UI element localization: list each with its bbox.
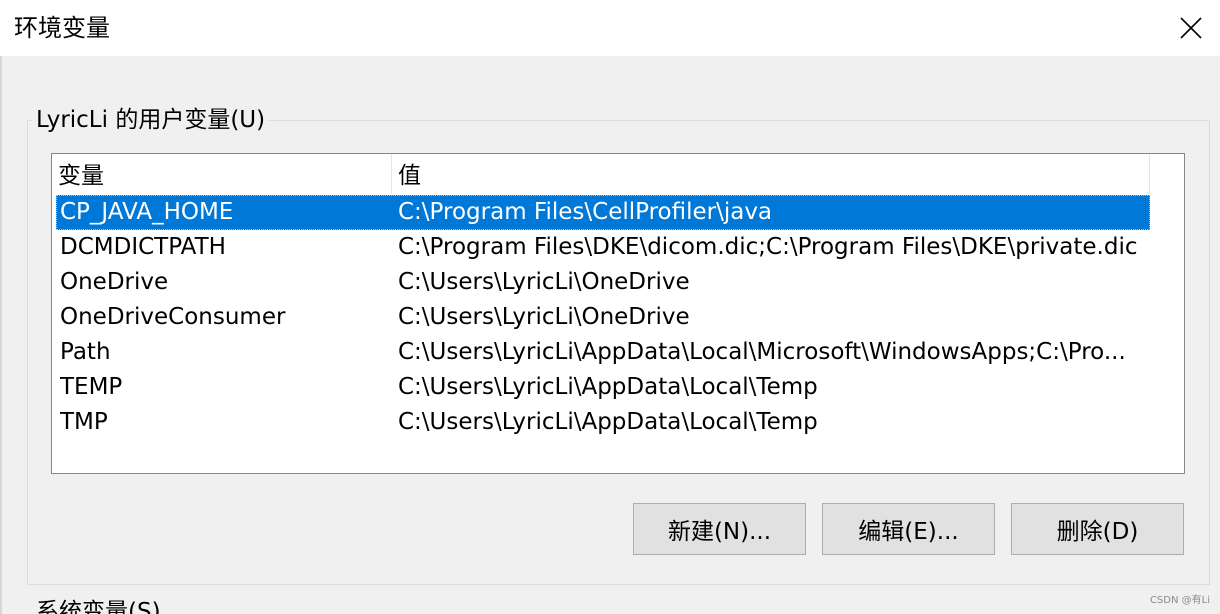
variable-value-cell: C:\Program Files\CellProfiler\java (398, 199, 773, 225)
new-button[interactable]: 新建(N)... (633, 503, 806, 555)
close-button[interactable] (1162, 0, 1220, 56)
variable-name-cell: TEMP (60, 374, 123, 400)
title-bar: 环境变量 (0, 0, 1220, 56)
environment-variables-dialog: 环境变量 LyricLi 的用户变量(U) 变量 值 CP_JAVA_HOME C… (0, 0, 1220, 614)
system-variables-group-title: 系统变量(S) (36, 599, 161, 614)
variable-value-cell: C:\Users\LyricLi\OneDrive (398, 269, 690, 295)
variable-name-cell: TMP (60, 409, 108, 435)
variable-name-cell: OneDriveConsumer (60, 304, 286, 330)
delete-button[interactable]: 删除(D) (1011, 503, 1184, 555)
edit-button[interactable]: 编辑(E)... (822, 503, 995, 555)
column-header-value[interactable]: 值 (398, 154, 1148, 194)
table-row[interactable]: CP_JAVA_HOME C:\Program Files\CellProfile… (56, 195, 1150, 230)
variable-name-cell: DCMDICTPATH (60, 234, 226, 260)
table-row[interactable]: TEMP C:\Users\LyricLi\AppData\Local\Temp (56, 370, 1150, 405)
variable-value-cell: C:\Users\LyricLi\OneDrive (398, 304, 690, 330)
column-divider[interactable] (391, 154, 392, 194)
variable-name-cell: CP_JAVA_HOME (60, 199, 234, 225)
list-rows: CP_JAVA_HOME C:\Program Files\CellProfile… (56, 195, 1150, 440)
variable-value-cell: C:\Program Files\DKE\dicom.dic;C:\Progra… (398, 234, 1138, 260)
table-row[interactable]: Path C:\Users\LyricLi\AppData\Local\Micro… (56, 335, 1150, 370)
user-variables-list[interactable]: 变量 值 CP_JAVA_HOME C:\Program Files\CellPr… (51, 153, 1185, 474)
column-divider[interactable] (1149, 154, 1150, 194)
variable-name-cell: Path (60, 339, 111, 365)
variable-value-cell: C:\Users\LyricLi\AppData\Local\Temp (398, 409, 818, 435)
variable-name-cell: OneDrive (60, 269, 169, 295)
table-row[interactable]: TMP C:\Users\LyricLi\AppData\Local\Temp (56, 405, 1150, 440)
watermark: CSDN @有Li (1149, 595, 1210, 606)
user-variables-group-title: LyricLi 的用户变量(U) (32, 104, 270, 136)
variable-value-cell: C:\Users\LyricLi\AppData\Local\Microsoft… (398, 339, 1126, 365)
table-row[interactable]: OneDriveConsumer C:\Users\LyricLi\OneDriv… (56, 300, 1150, 335)
window-edge (0, 56, 2, 614)
close-icon (1180, 17, 1202, 39)
variable-value-cell: C:\Users\LyricLi\AppData\Local\Temp (398, 374, 818, 400)
list-header: 变量 值 (52, 154, 1184, 194)
column-header-variable[interactable]: 变量 (58, 154, 392, 194)
table-row[interactable]: DCMDICTPATH C:\Program Files\DKE\dicom.di… (56, 230, 1150, 265)
table-row[interactable]: OneDrive C:\Users\LyricLi\OneDrive (56, 265, 1150, 300)
window-title: 环境变量 (14, 14, 110, 42)
